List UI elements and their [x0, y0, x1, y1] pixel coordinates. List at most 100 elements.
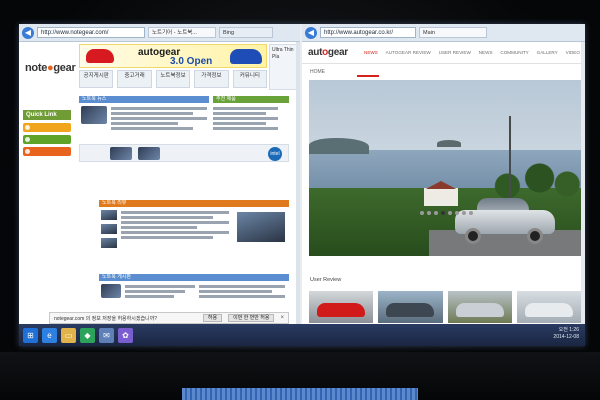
- laptop-thumbnail: [110, 147, 132, 160]
- nav-item-news[interactable]: NEWS: [364, 50, 378, 55]
- nav-item-autogear-review[interactable]: AUTOGEAR REVIEW: [386, 50, 431, 55]
- system-tray-clock[interactable]: 오전 1:26 2014-12-08: [553, 327, 579, 341]
- quick-link-panel: Quick Link: [23, 110, 71, 156]
- autogear-subbar: HOME: [302, 65, 585, 79]
- hero-house: [424, 188, 458, 206]
- taskbar: ⊞ e ▭ ◆ ✉ ✿ 오전 1:26 2014-12-08: [19, 324, 585, 346]
- red-car-image: [86, 49, 114, 63]
- slide-dot[interactable]: [427, 211, 431, 215]
- slide-dot[interactable]: [469, 211, 473, 215]
- screen: ◀ http://www.notegear.com/ 노트기어 - 노트북...…: [19, 24, 585, 346]
- close-icon[interactable]: ×: [280, 315, 284, 321]
- start-icon[interactable]: ⊞: [23, 327, 38, 343]
- board-panel: 노트북 게시판: [99, 274, 289, 298]
- user-review-thumbnails: [309, 291, 581, 323]
- nav-item-video[interactable]: VIDEO: [566, 50, 580, 55]
- autogear-header: autogear NEWS AUTOGEAR REVIEW USER REVIE…: [302, 42, 585, 64]
- side-ad[interactable]: Ultra Thin Pla: [269, 44, 299, 90]
- slide-dot[interactable]: [434, 211, 438, 215]
- review-thumbnail-red-car[interactable]: [309, 291, 374, 323]
- review-thumbnail[interactable]: [101, 238, 117, 248]
- recommend-panel: 추천 제품: [213, 96, 289, 132]
- hero-island: [437, 140, 461, 147]
- nav-item[interactable]: 가격정보: [194, 70, 229, 88]
- laptop-thumbnail: [138, 147, 160, 160]
- review-thumbnail[interactable]: [101, 210, 117, 220]
- hero-slideshow[interactable]: [309, 80, 581, 256]
- right-browser-toolbar: ◀ http://www.autogear.co.kr/ Main: [302, 24, 585, 42]
- slide-dot[interactable]: [455, 211, 459, 215]
- autogear-banner-ad[interactable]: autogear 3.0 Open: [79, 44, 267, 68]
- autogear-nav: NEWS AUTOGEAR REVIEW USER REVIEW NEWS CO…: [364, 50, 580, 55]
- clock-date: 2014-12-08: [553, 334, 579, 340]
- left-scrollbar[interactable]: [296, 42, 300, 324]
- nav-item-community[interactable]: COMMUNITY: [500, 50, 528, 55]
- panel-title: 노트북 리뷰: [99, 200, 289, 207]
- keyboard-light-strip: [182, 388, 418, 400]
- active-indicator: [357, 75, 379, 77]
- slide-dot[interactable]: [420, 211, 424, 215]
- slide-dot[interactable]: [462, 211, 466, 215]
- panel-title: 추천 제품: [213, 96, 289, 103]
- left-address-bar[interactable]: http://www.notegear.com/: [37, 27, 145, 38]
- review-thumbnail-silver-car[interactable]: [447, 291, 512, 323]
- nav-item-user-review[interactable]: USER REVIEW: [439, 50, 471, 55]
- hero-car-image: [455, 198, 555, 244]
- slide-dot[interactable]: [441, 211, 445, 215]
- left-browser-window: ◀ http://www.notegear.com/ 노트기어 - 노트북...…: [19, 24, 300, 346]
- review-thumbnail-dark-car[interactable]: [378, 291, 443, 323]
- quick-link-title: Quick Link: [23, 110, 71, 120]
- allow-button[interactable]: 허용: [202, 314, 223, 322]
- left-browser-toolbar: ◀ http://www.notegear.com/ 노트기어 - 노트북...…: [19, 24, 300, 42]
- clock-time: 오전 1:26: [558, 327, 579, 333]
- left-inactive-tab[interactable]: Bing: [219, 27, 273, 38]
- home-link[interactable]: HOME: [310, 69, 325, 75]
- news-panel: 노트북 뉴스: [79, 96, 209, 130]
- intel-logo: intel: [268, 147, 282, 161]
- hero-hill: [309, 138, 369, 154]
- right-active-tab[interactable]: Main: [419, 27, 487, 38]
- nav-item[interactable]: 공지게시판: [79, 70, 114, 88]
- right-browser-window: ◀ http://www.autogear.co.kr/ Main autoge…: [302, 24, 585, 324]
- nav-item-news-2[interactable]: NEWS: [479, 50, 493, 55]
- notegear-nav: 공지게시판 중고거래 노트북정보 가격정보 커뮤니티: [79, 70, 268, 88]
- folder-icon[interactable]: ▭: [61, 327, 76, 343]
- banner-open-text: 3.0 Open: [170, 56, 213, 67]
- nav-item-gallery[interactable]: GALLERY: [537, 50, 558, 55]
- review-thumbnail-white-car[interactable]: [516, 291, 581, 323]
- notification-message: notegear.com 의 정보 저장을 허용하시겠습니까?: [54, 315, 158, 322]
- quick-link-button[interactable]: [23, 123, 71, 132]
- autogear-logo[interactable]: autogear: [308, 47, 348, 58]
- store-icon[interactable]: ◆: [80, 327, 95, 343]
- notegear-header: note●gear autogear 3.0 Open Ultra Thin P…: [19, 42, 300, 94]
- app-icon[interactable]: ✿: [118, 327, 133, 343]
- notegear-logo[interactable]: note●gear: [25, 62, 76, 74]
- mail-icon[interactable]: ✉: [99, 327, 114, 343]
- review-hero-image[interactable]: [237, 212, 285, 242]
- notification-bar: notegear.com 의 정보 저장을 허용하시겠습니까? 허용 이번 한 …: [49, 312, 289, 324]
- review-thumbnail[interactable]: [101, 224, 117, 234]
- slide-dot[interactable]: [448, 211, 452, 215]
- blue-car-image: [230, 49, 262, 64]
- slide-indicator: [420, 211, 480, 215]
- panel-title: 노트북 게시판: [99, 274, 289, 281]
- ie-icon[interactable]: e: [42, 327, 57, 343]
- quick-link-button[interactable]: [23, 147, 71, 156]
- nav-item[interactable]: 중고거래: [117, 70, 152, 88]
- review-panel: 노트북 리뷰: [99, 200, 289, 248]
- laptop-thumbnail[interactable]: [101, 284, 121, 298]
- left-active-tab[interactable]: 노트기어 - 노트북...: [148, 27, 216, 38]
- user-review-label: User Review: [310, 277, 342, 283]
- right-address-bar[interactable]: http://www.autogear.co.kr/: [320, 27, 416, 38]
- back-icon[interactable]: ◀: [305, 26, 317, 39]
- nav-item[interactable]: 노트북정보: [155, 70, 191, 88]
- laptop-ad-strip[interactable]: intel: [79, 144, 289, 162]
- back-icon[interactable]: ◀: [22, 26, 34, 39]
- laptop-thumbnail[interactable]: [81, 106, 107, 124]
- quick-link-button[interactable]: [23, 135, 71, 144]
- panel-title: 노트북 뉴스: [79, 96, 209, 103]
- right-scrollbar[interactable]: [581, 42, 585, 324]
- nav-item[interactable]: 커뮤니티: [232, 70, 268, 88]
- allow-once-button[interactable]: 이번 한 번만 허용: [228, 314, 275, 322]
- notegear-content: Quick Link 노트북 뉴스 추천 제품 intel 노트북 리뷰 노트북…: [19, 96, 300, 324]
